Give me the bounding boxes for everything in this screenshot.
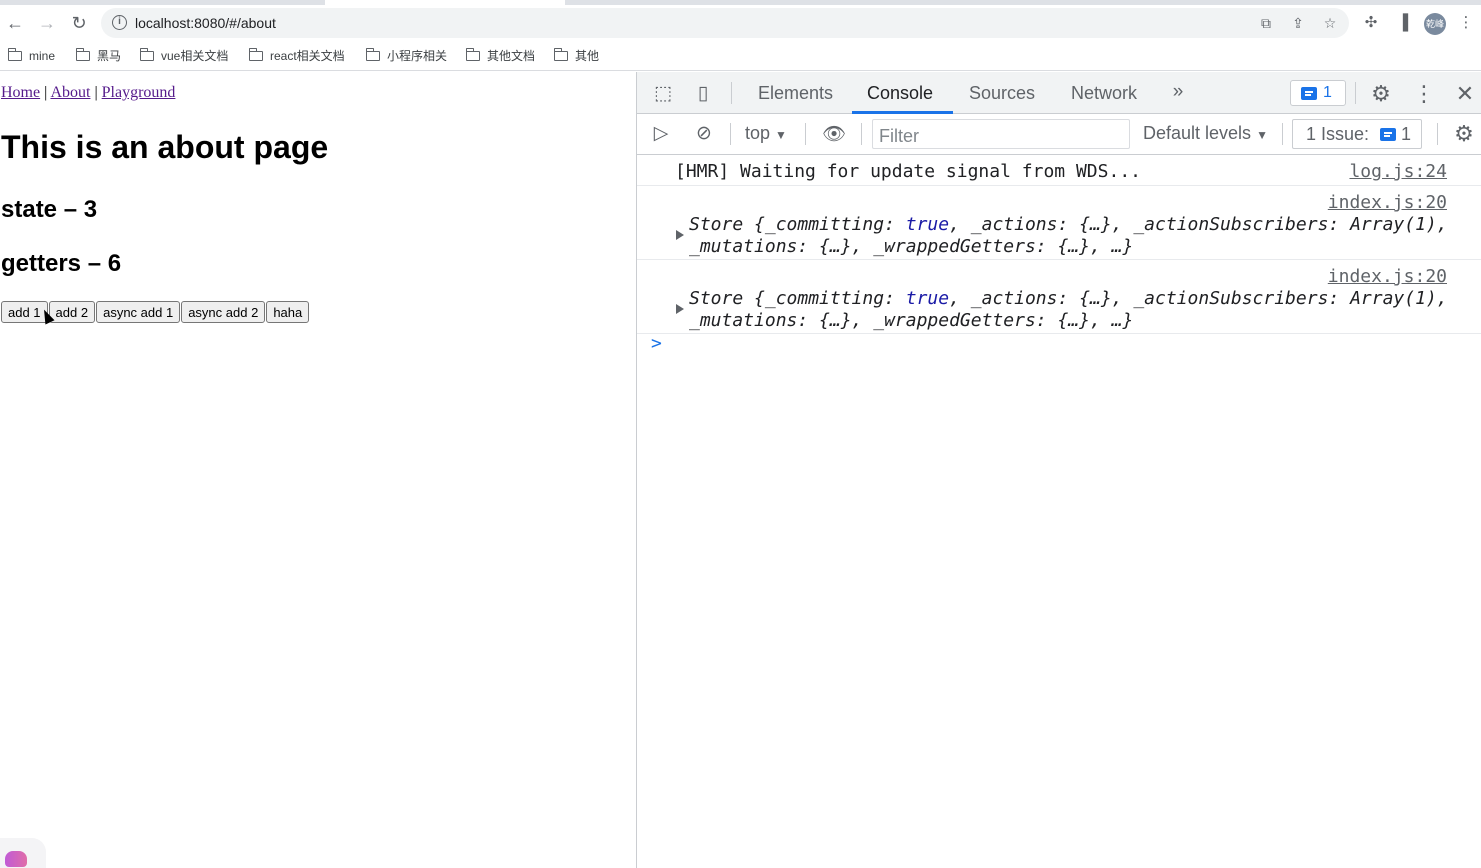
address-bar[interactable]: i localhost:8080/#/about ⧉ ⇪ ☆	[101, 8, 1349, 38]
dropdown-arrow-icon: ▼	[775, 128, 787, 142]
nav-link-home[interactable]: Home	[1, 84, 40, 101]
divider	[1437, 123, 1438, 145]
filter-input[interactable]: Filter	[872, 119, 1130, 149]
bookmark-folder[interactable]: vue相关文档	[140, 47, 228, 65]
brain-icon	[5, 851, 27, 867]
router-nav: Home | About | Playground	[1, 84, 175, 102]
divider	[805, 123, 806, 145]
console-prompt[interactable]: >	[651, 333, 662, 354]
issue-message-icon	[1380, 128, 1396, 141]
bookmark-star-icon[interactable]: ☆	[1321, 14, 1339, 32]
forward-icon[interactable]: →	[36, 12, 58, 34]
source-link[interactable]: log.js:24	[1349, 161, 1447, 182]
log-levels-dropdown[interactable]: Default levels ▼	[1143, 123, 1268, 144]
close-devtools-icon[interactable]: ✕	[1453, 81, 1477, 106]
add-2-button[interactable]: add 2	[48, 301, 96, 323]
settings-gear-icon[interactable]: ⚙	[1369, 81, 1393, 106]
folder-icon	[140, 48, 154, 61]
back-icon[interactable]: ←	[4, 12, 26, 34]
site-info-icon[interactable]: i	[112, 15, 127, 30]
side-panel-icon[interactable]: ▐	[1393, 13, 1413, 33]
message-icon	[1301, 87, 1317, 100]
folder-icon	[8, 48, 22, 61]
avatar[interactable]: 乾峰	[1424, 13, 1446, 35]
devtools-panel: ⬚ ▯ Elements Console Sources Network » 1…	[636, 72, 1481, 868]
nav-separator: |	[94, 84, 98, 101]
console-output: [HMR] Waiting for update signal from WDS…	[637, 155, 1481, 354]
nav-link-playground[interactable]: Playground	[102, 84, 176, 101]
tab-console[interactable]: Console	[867, 83, 933, 104]
page-title: This is an about page	[1, 129, 329, 165]
console-toolbar: ▷ ⊘ top ▼ 👁 Filter Default levels ▼ 1 Is…	[637, 114, 1481, 155]
bookmarks-bar: mine 黑马 vue相关文档 react相关文档 小程序相关 其他文档 其他	[0, 41, 1481, 71]
share-icon[interactable]: ⇪	[1289, 14, 1307, 32]
divider	[730, 123, 731, 145]
reload-icon[interactable]: ↻	[68, 12, 90, 34]
console-settings-gear-icon[interactable]: ⚙	[1451, 121, 1477, 147]
messages-badge[interactable]: 1	[1290, 80, 1346, 106]
bookmark-folder[interactable]: 其他	[554, 47, 599, 65]
folder-icon	[554, 48, 568, 61]
dropdown-arrow-icon: ▼	[1256, 128, 1268, 142]
nav-link-about[interactable]: About	[50, 84, 90, 101]
console-message[interactable]: index.js:20 Store {_committing: true, _a…	[637, 186, 1481, 260]
inspect-element-icon[interactable]: ⬚	[651, 82, 675, 106]
folder-icon	[76, 48, 90, 61]
tab-network[interactable]: Network	[1071, 83, 1137, 104]
page-viewport: Home | About | Playground This is an abo…	[0, 72, 636, 868]
source-link[interactable]: index.js:20	[1328, 192, 1447, 213]
console-message: [HMR] Waiting for update signal from WDS…	[637, 155, 1481, 186]
device-toolbar-icon[interactable]: ▯	[691, 82, 715, 106]
async-add-2-button[interactable]: async add 2	[181, 301, 266, 323]
divider	[1355, 82, 1356, 104]
bookmark-folder[interactable]: react相关文档	[249, 47, 345, 65]
async-add-1-button[interactable]: async add 1	[96, 301, 181, 323]
browser-toolbar: ← → ↻ i localhost:8080/#/about ⧉ ⇪ ☆ ✣ ▐…	[0, 5, 1481, 41]
floating-widget[interactable]	[0, 838, 46, 868]
bookmark-folder[interactable]: 小程序相关	[366, 47, 447, 65]
devtools-tabbar: ⬚ ▯ Elements Console Sources Network » 1…	[637, 72, 1481, 114]
more-tabs-icon[interactable]: »	[1167, 81, 1189, 105]
divider	[1282, 123, 1283, 145]
nav-separator: |	[44, 84, 48, 101]
divider	[861, 123, 862, 145]
haha-button[interactable]: haha	[266, 301, 310, 323]
clear-console-icon[interactable]: ⊘	[692, 122, 716, 146]
expand-triangle-icon[interactable]	[676, 230, 684, 240]
extensions-icon[interactable]: ✣	[1361, 13, 1381, 33]
expand-triangle-icon[interactable]	[676, 304, 684, 314]
tab-sources[interactable]: Sources	[969, 83, 1035, 104]
live-expression-eye-icon[interactable]: 👁	[820, 122, 848, 146]
devtools-menu-icon[interactable]: ⋮	[1412, 81, 1436, 106]
browser-menu-icon[interactable]: ⋮	[1456, 13, 1476, 33]
issues-button[interactable]: 1 Issue: 1	[1292, 119, 1422, 149]
translate-icon[interactable]: ⧉	[1257, 14, 1275, 32]
state-heading: state – 3	[1, 196, 98, 223]
bookmark-folder[interactable]: 黑马	[76, 47, 121, 65]
address-url[interactable]: localhost:8080/#/about	[135, 15, 276, 31]
getters-heading: getters – 6	[1, 250, 122, 277]
folder-icon	[466, 48, 480, 61]
bookmark-folder[interactable]: mine	[8, 47, 55, 65]
console-message[interactable]: index.js:20 Store {_committing: true, _a…	[637, 260, 1481, 334]
folder-icon	[366, 48, 380, 61]
tab-elements[interactable]: Elements	[758, 83, 833, 104]
bookmark-folder[interactable]: 其他文档	[466, 47, 535, 65]
context-selector[interactable]: top ▼	[745, 123, 787, 144]
divider	[731, 82, 732, 104]
source-link[interactable]: index.js:20	[1328, 266, 1447, 287]
show-sidebar-icon[interactable]: ▷	[649, 122, 673, 146]
folder-icon	[249, 48, 263, 61]
